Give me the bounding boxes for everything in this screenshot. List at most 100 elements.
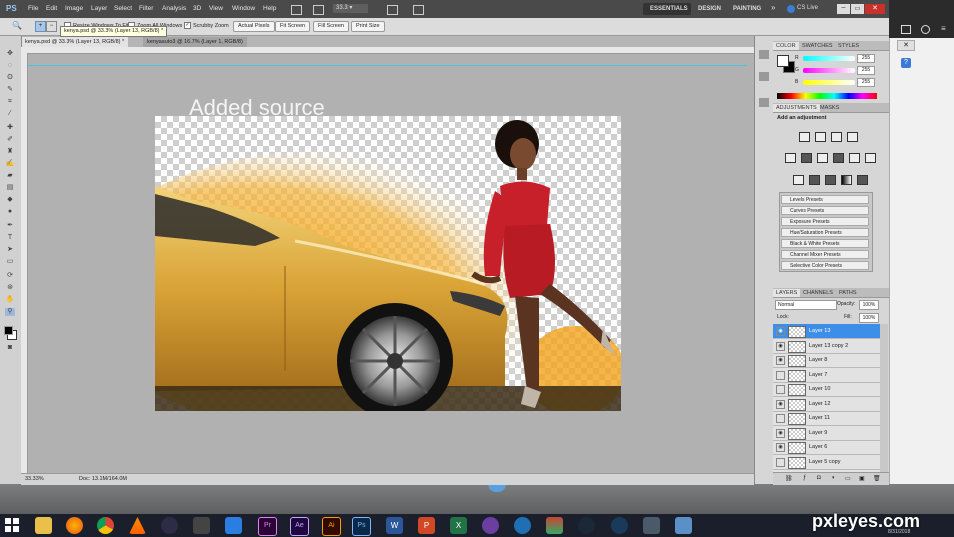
preset-channel-mixer[interactable]: Channel Mixer Presets xyxy=(781,250,869,259)
layer-row[interactable]: Layer 7 xyxy=(773,368,880,383)
preset-hue-saturation[interactable]: Hue/Saturation Presets xyxy=(781,228,869,237)
group-icon[interactable]: ▭ xyxy=(845,475,851,482)
workspace-painting[interactable]: PAINTING xyxy=(729,4,765,14)
maps-icon[interactable] xyxy=(225,517,242,534)
vlc-icon[interactable] xyxy=(129,517,146,534)
eye-icon[interactable]: ◉ xyxy=(776,341,785,351)
blend-mode-select[interactable]: Normal xyxy=(775,300,837,310)
fill-screen-button[interactable]: Fill Screen xyxy=(313,21,349,32)
layer-row[interactable]: ◉ Layer 9 xyxy=(773,426,880,441)
powerpoint-icon[interactable]: P xyxy=(418,517,435,534)
shape-tool-icon[interactable]: ▭ xyxy=(5,258,15,266)
history-panel-icon[interactable] xyxy=(759,50,769,59)
zoom-tool-icon[interactable]: 🔍 xyxy=(12,22,22,30)
illustrator-icon[interactable]: Ai xyxy=(322,517,341,536)
channel-mixer-icon[interactable] xyxy=(865,153,876,163)
scrubby-zoom-checkbox[interactable]: ✓ Scrubby Zoom xyxy=(184,22,229,29)
preset-levels[interactable]: Levels Presets xyxy=(781,195,869,204)
new-layer-icon[interactable]: ▣ xyxy=(859,475,865,482)
tab-styles[interactable]: STYLES xyxy=(835,42,862,50)
photoshop-icon[interactable]: Ps xyxy=(352,517,371,536)
status-doc-size[interactable]: Doc: 13.1M/164.0M xyxy=(79,476,127,482)
tab-channels[interactable]: CHANNELS xyxy=(800,289,836,297)
menu-icon[interactable]: ≡ xyxy=(941,25,949,33)
tab-paths[interactable]: PATHS xyxy=(836,289,860,297)
workspace-essentials[interactable]: ESSENTIALS xyxy=(646,4,692,14)
tab-swatches[interactable]: SWATCHES xyxy=(799,42,836,50)
slider-r[interactable] xyxy=(803,56,855,61)
fit-screen-button[interactable]: Fit Screen xyxy=(275,21,311,32)
menu-image[interactable]: Image xyxy=(65,5,83,12)
layer-row[interactable]: ◉ Layer 6 xyxy=(773,440,880,455)
torrent-icon[interactable] xyxy=(482,517,499,534)
mini-bridge-icon[interactable] xyxy=(313,5,324,15)
levels-icon[interactable] xyxy=(815,132,826,142)
marquee-tool-icon[interactable]: ◌ xyxy=(5,62,15,70)
menu-file[interactable]: File xyxy=(28,5,38,12)
eye-hidden-icon[interactable] xyxy=(776,414,785,423)
close-window-icon[interactable]: ✕ xyxy=(865,4,885,14)
firefox-icon[interactable] xyxy=(66,517,83,534)
value-g[interactable]: 255 xyxy=(857,66,875,75)
menu-window[interactable]: Window xyxy=(232,5,255,12)
fg-color-box[interactable] xyxy=(777,55,789,67)
tab-kenyaauto3[interactable]: kenyaauto3 @ 16.7% (Layer 1, RGB/8) xyxy=(143,37,247,47)
dodge-tool-icon[interactable]: ● xyxy=(5,208,15,216)
value-r[interactable]: 255 xyxy=(857,54,875,63)
preset-curves[interactable]: Curves Presets xyxy=(781,206,869,215)
value-b[interactable]: 255 xyxy=(857,78,875,87)
actual-pixels-button[interactable]: Actual Pixels xyxy=(233,21,275,32)
app5-icon[interactable] xyxy=(675,517,692,534)
brush-panel-icon[interactable] xyxy=(759,98,769,107)
maximize-icon[interactable]: ▭ xyxy=(851,4,864,14)
chrome-icon[interactable] xyxy=(97,517,114,534)
history-icon[interactable] xyxy=(921,25,930,34)
lasso-tool-icon[interactable]: ʘ xyxy=(5,74,15,82)
eraser-tool-icon[interactable]: ▰ xyxy=(5,172,15,180)
app4-icon[interactable] xyxy=(643,517,660,534)
layer-row[interactable]: ◉ Layer 12 xyxy=(773,397,880,412)
photo-filter-icon[interactable] xyxy=(849,153,860,163)
eye-icon[interactable]: ◉ xyxy=(776,356,785,365)
slider-b[interactable] xyxy=(803,80,855,85)
spot-heal-tool-icon[interactable]: ✚ xyxy=(5,124,15,132)
pen-tool-icon[interactable]: ✒ xyxy=(5,222,15,230)
slider-g[interactable] xyxy=(803,68,855,73)
eyedropper-tool-icon[interactable]: ⁄ xyxy=(5,110,15,118)
layers-scrollbar[interactable] xyxy=(880,324,888,472)
foreground-color-swatch[interactable] xyxy=(4,326,13,335)
word-icon[interactable]: W xyxy=(386,517,403,534)
menu-edit[interactable]: Edit xyxy=(46,5,57,12)
app2-icon[interactable] xyxy=(514,517,531,534)
tab-adjustments[interactable]: ADJUSTMENTS xyxy=(773,104,820,112)
link-layers-icon[interactable]: ⛓ xyxy=(785,475,793,482)
adjustment-layer-icon[interactable]: ◑ xyxy=(831,475,835,481)
workspace-design[interactable]: DESIGN xyxy=(694,4,725,14)
excel-icon[interactable]: X xyxy=(450,517,467,534)
mask-icon[interactable]: ◘ xyxy=(817,475,821,481)
arrange-docs-icon[interactable] xyxy=(387,5,398,15)
opacity-input[interactable]: 100% xyxy=(859,300,879,310)
gradient-map-icon[interactable] xyxy=(841,175,852,185)
eye-hidden-icon[interactable] xyxy=(776,385,785,394)
vibrance-icon[interactable] xyxy=(785,153,796,163)
preset-exposure[interactable]: Exposure Presets xyxy=(781,217,869,226)
premiere-icon[interactable]: Pr xyxy=(258,517,277,536)
print-size-button[interactable]: Print Size xyxy=(351,21,385,32)
hand-tool-icon[interactable]: ✋ xyxy=(5,296,15,304)
menu-layer[interactable]: Layer xyxy=(91,5,107,12)
move-tool-icon[interactable]: ✥ xyxy=(5,50,15,58)
path-select-tool-icon[interactable]: ➤ xyxy=(5,246,15,254)
tab-kenya-psd[interactable]: kenya.psd @ 33.3% (Layer 13, RGB/8) * xyxy=(21,37,129,47)
zoom-in-icon[interactable]: + xyxy=(35,21,46,32)
threshold-icon[interactable] xyxy=(825,175,836,185)
help-icon[interactable]: ? xyxy=(901,58,911,68)
curves-icon[interactable] xyxy=(831,132,842,142)
eye-hidden-icon[interactable] xyxy=(776,370,785,380)
menu-view[interactable]: View xyxy=(209,5,223,12)
steam-icon[interactable] xyxy=(578,517,595,534)
trash-icon[interactable]: 🗑 xyxy=(873,475,881,482)
gradient-tool-icon[interactable]: ▤ xyxy=(5,184,15,192)
invert-icon[interactable] xyxy=(793,175,804,185)
selective-color-icon[interactable] xyxy=(857,175,868,185)
